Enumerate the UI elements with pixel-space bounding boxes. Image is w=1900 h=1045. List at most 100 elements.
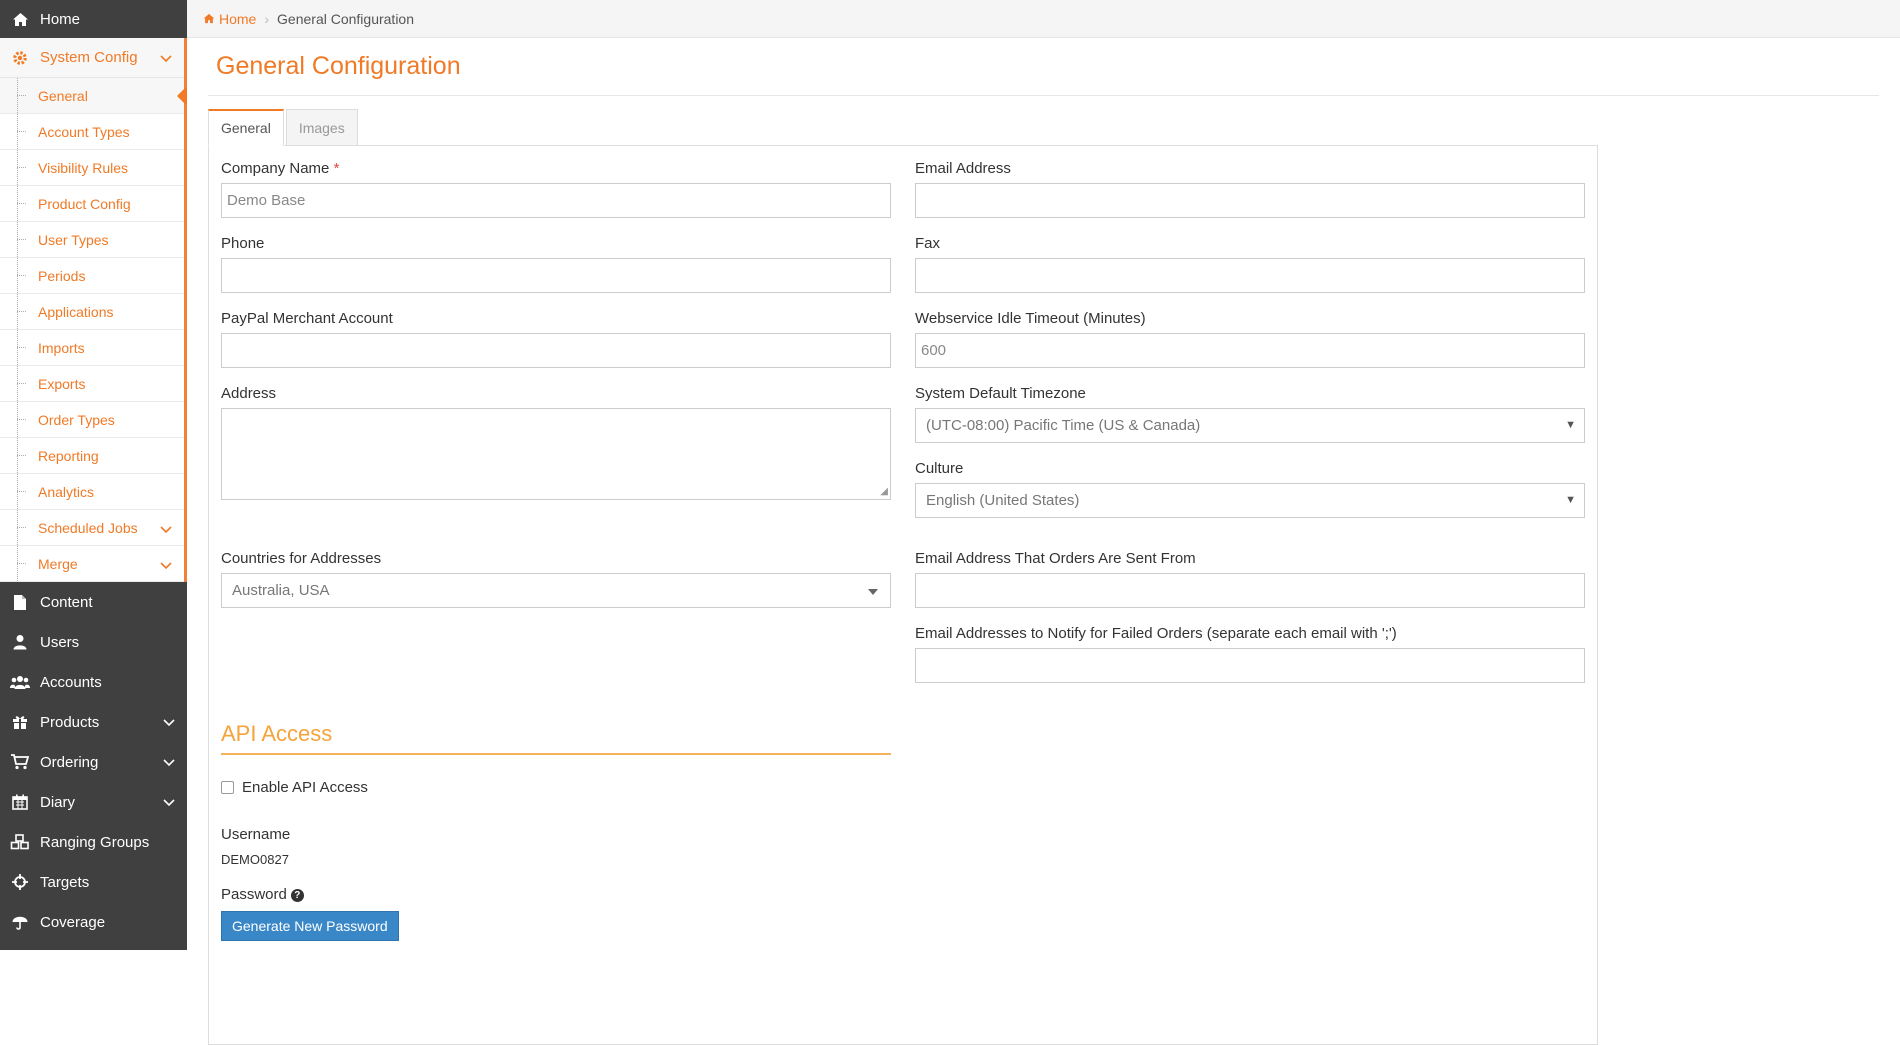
sidebar-subitem-label: Reporting <box>38 447 99 464</box>
sidebar-item-label: Content <box>40 593 93 611</box>
caret-down-icon: ▼ <box>1565 419 1576 431</box>
culture-select[interactable]: English (United States) ▼ <box>915 483 1585 518</box>
sidebar-item-label: Ordering <box>40 753 99 771</box>
enable-api-label: Enable API Access <box>242 779 368 796</box>
question-circle-icon[interactable]: ? <box>290 889 304 902</box>
file-icon <box>10 594 30 611</box>
breadcrumb-home-link[interactable]: Home <box>203 11 256 27</box>
sidebar-item-label: Targets <box>40 873 90 891</box>
sidebar-subitem-exports[interactable]: Exports <box>0 366 184 402</box>
address-textarea[interactable]: ◢ <box>221 408 891 500</box>
username-value: DEMO0827 <box>221 852 289 867</box>
breadcrumb: Home › General Configuration <box>187 0 1900 38</box>
sidebar: Home System Config General Account Types… <box>0 0 187 950</box>
timezone-value: (UTC-08:00) Pacific Time (US & Canada) <box>926 417 1201 434</box>
tab-general[interactable]: General <box>208 109 284 146</box>
company-name-field[interactable]: Demo Base <box>221 183 891 218</box>
ws-timeout-group: Webservice Idle Timeout (Minutes) 600 <box>915 310 1585 368</box>
sidebar-subitem-applications[interactable]: Applications <box>0 294 184 330</box>
fax-label: Fax <box>915 235 941 252</box>
timezone-select[interactable]: (UTC-08:00) Pacific Time (US & Canada) ▼ <box>915 408 1585 443</box>
sidebar-item-users[interactable]: Users <box>0 622 187 662</box>
timezone-label: System Default Timezone <box>915 385 1086 402</box>
tab-bar: General Images <box>208 109 360 146</box>
sidebar-item-label: Users <box>40 633 80 651</box>
password-label: Password <box>221 886 287 903</box>
countries-select[interactable]: Australia, USA <box>221 573 891 608</box>
caret-down-icon <box>868 589 878 595</box>
sidebar-subitem-scheduled-jobs[interactable]: Scheduled Jobs <box>0 510 184 546</box>
enable-api-row: Enable API Access <box>221 779 368 796</box>
enable-api-checkbox[interactable] <box>221 781 234 794</box>
tab-images[interactable]: Images <box>285 109 358 146</box>
chevron-down-icon <box>163 794 175 811</box>
sidebar-subitem-visibility-rules[interactable]: Visibility Rules <box>0 150 184 186</box>
page-title: General Configuration <box>216 52 461 80</box>
gear-icon <box>10 50 30 66</box>
paypal-group: PayPal Merchant Account <box>221 310 891 368</box>
sidebar-item-diary[interactable]: Diary <box>0 782 187 822</box>
home-icon <box>203 13 215 24</box>
api-access-heading: API Access <box>221 721 891 755</box>
sidebar-subitem-imports[interactable]: Imports <box>0 330 184 366</box>
email-address-group: Email Address <box>915 160 1585 218</box>
sidebar-subitem-reporting[interactable]: Reporting <box>0 438 184 474</box>
sidebar-item-accounts[interactable]: Accounts <box>0 662 187 702</box>
orders-from-field[interactable] <box>915 573 1585 608</box>
sidebar-subitem-account-types[interactable]: Account Types <box>0 114 184 150</box>
sidebar-subitem-general[interactable]: General <box>0 78 187 114</box>
sidebar-item-label: Accounts <box>40 673 102 691</box>
sidebar-item-coverage[interactable]: Coverage <box>0 902 187 942</box>
address-group: Address ◢ <box>221 385 891 500</box>
system-config-section: System Config General Account Types Visi… <box>0 38 187 582</box>
sidebar-item-label: Home <box>40 10 81 28</box>
sidebar-item-label: Coverage <box>40 913 106 931</box>
resize-grip-icon[interactable]: ◢ <box>880 487 888 497</box>
breadcrumb-current: General Configuration <box>277 10 415 27</box>
sidebar-item-label: Diary <box>40 793 76 811</box>
company-name-group: Company Name * Demo Base <box>221 160 891 218</box>
home-icon <box>10 12 30 27</box>
sidebar-item-ranging-groups[interactable]: Ranging Groups <box>0 822 187 862</box>
paypal-field[interactable] <box>221 333 891 368</box>
title-divider <box>208 95 1879 96</box>
sidebar-item-home[interactable]: Home <box>0 0 187 38</box>
sidebar-subitem-label: General <box>38 87 88 104</box>
phone-field[interactable] <box>221 258 891 293</box>
sidebar-subitem-analytics[interactable]: Analytics <box>0 474 184 510</box>
notify-failed-field[interactable] <box>915 648 1585 683</box>
users-icon <box>10 675 30 690</box>
email-address-label: Email Address <box>915 160 1011 177</box>
culture-group: Culture English (United States) ▼ <box>915 460 1585 518</box>
sidebar-item-ordering[interactable]: Ordering <box>0 742 187 782</box>
ws-timeout-field[interactable]: 600 <box>915 333 1585 368</box>
sidebar-subitem-user-types[interactable]: User Types <box>0 222 184 258</box>
sidebar-subitem-label: Product Config <box>38 195 131 212</box>
sidebar-subitem-product-config[interactable]: Product Config <box>0 186 184 222</box>
chevron-down-icon <box>160 521 172 537</box>
sidebar-subitem-periods[interactable]: Periods <box>0 258 184 294</box>
cubes-icon <box>10 834 30 850</box>
paypal-label: PayPal Merchant Account <box>221 310 393 327</box>
required-mark: * <box>333 160 340 177</box>
fax-group: Fax <box>915 235 1585 293</box>
cart-icon <box>10 754 30 770</box>
countries-value: Australia, USA <box>232 582 330 599</box>
email-address-field[interactable] <box>915 183 1585 218</box>
sidebar-subitem-merge[interactable]: Merge <box>0 546 184 582</box>
sidebar-item-content[interactable]: Content <box>0 582 187 622</box>
chevron-down-icon <box>163 754 175 771</box>
phone-group: Phone <box>221 235 891 293</box>
culture-label: Culture <box>915 460 964 477</box>
sidebar-item-targets[interactable]: Targets <box>0 862 187 902</box>
sidebar-item-system-config[interactable]: System Config <box>0 38 184 78</box>
generate-password-button[interactable]: Generate New Password <box>221 911 399 941</box>
orders-from-group: Email Address That Orders Are Sent From <box>915 550 1585 608</box>
password-label-row: Password? <box>221 886 304 903</box>
fax-field[interactable] <box>915 258 1585 293</box>
sidebar-subitem-order-types[interactable]: Order Types <box>0 402 184 438</box>
sidebar-subitem-label: Account Types <box>38 123 130 140</box>
sidebar-item-products[interactable]: Products <box>0 702 187 742</box>
calendar-icon <box>10 794 30 810</box>
sidebar-item-label: System Config <box>40 49 138 66</box>
